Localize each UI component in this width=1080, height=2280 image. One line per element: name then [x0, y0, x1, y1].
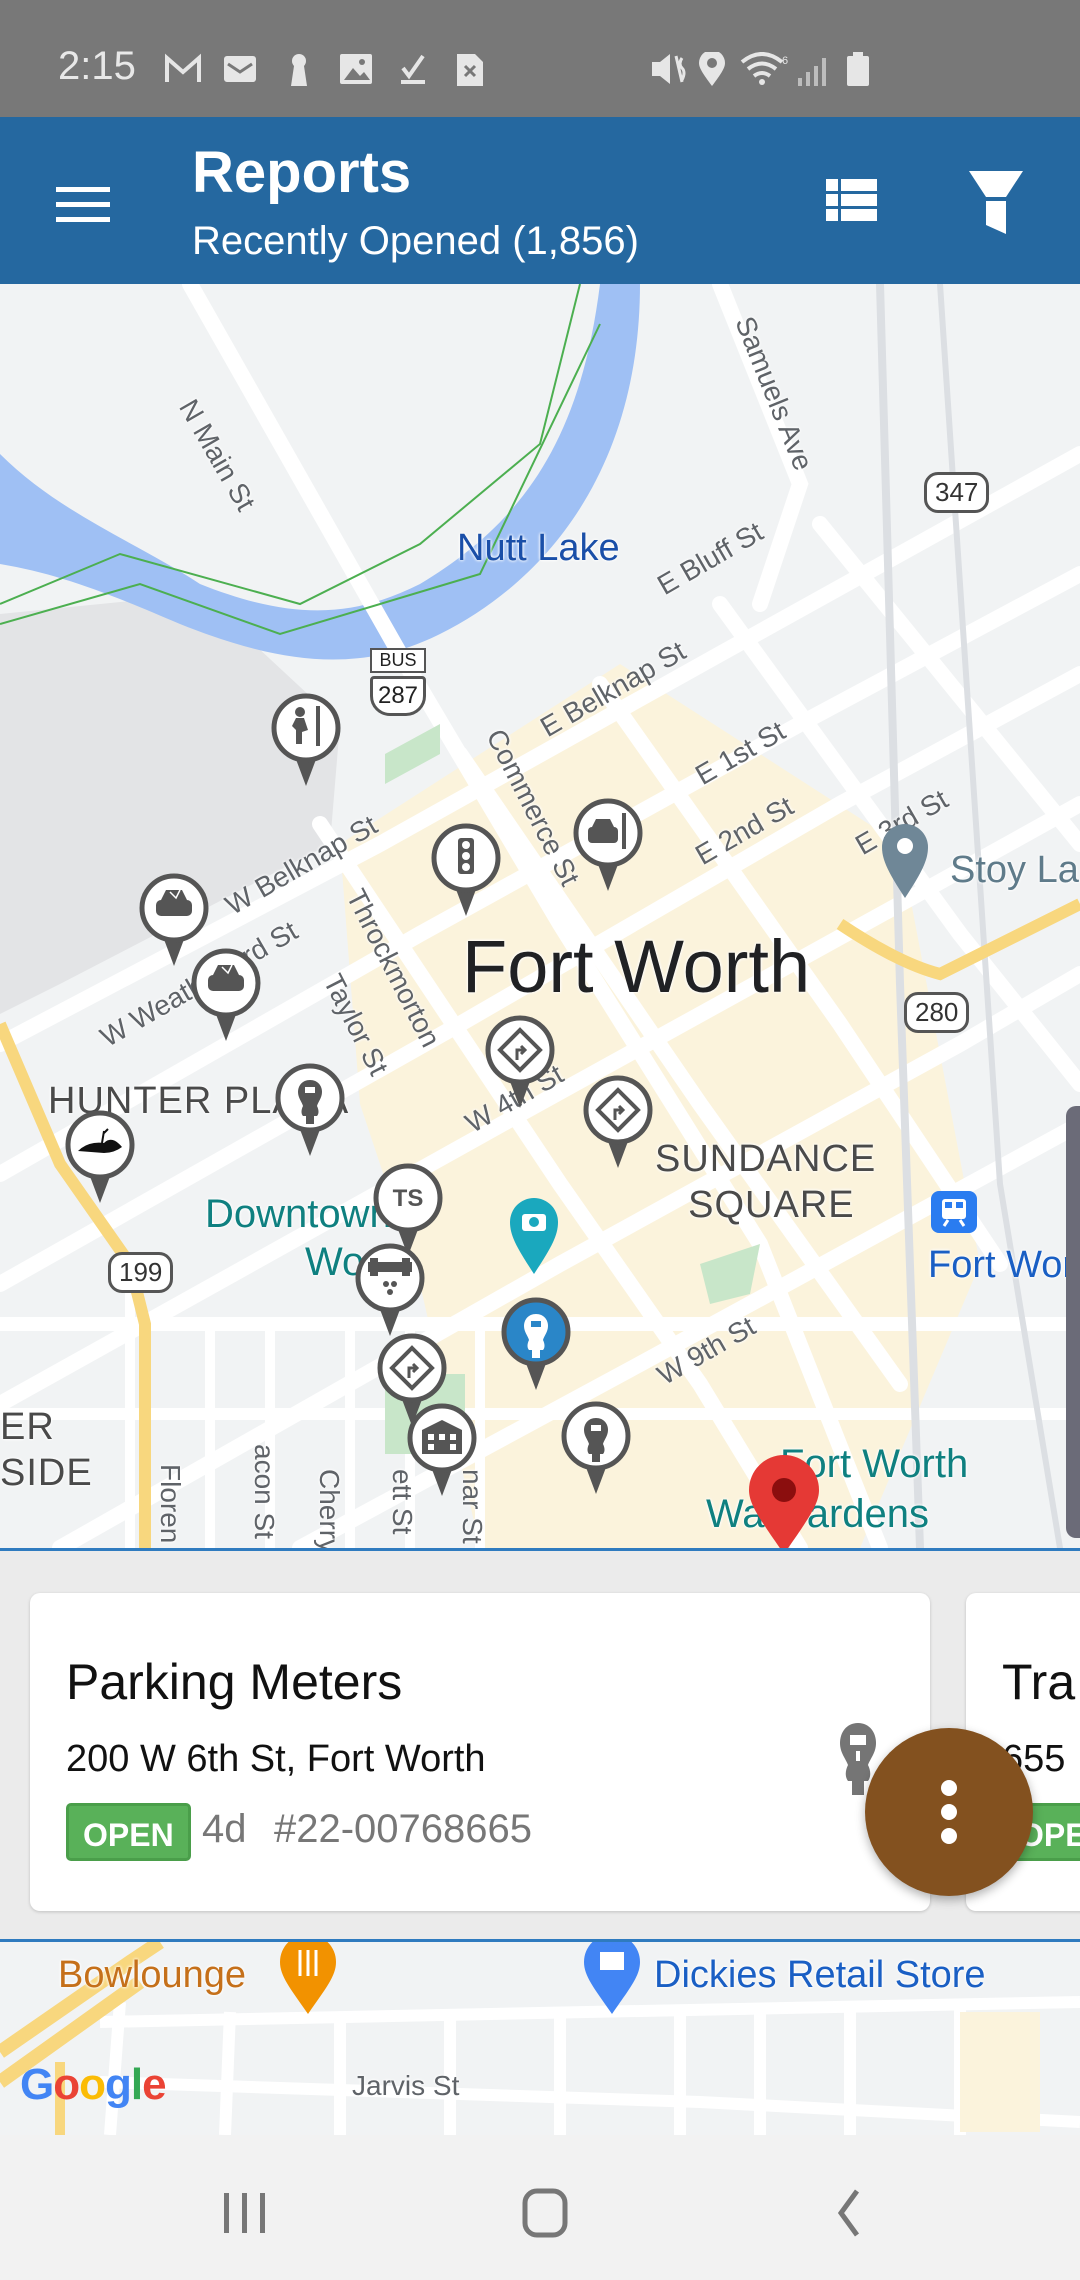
district-label-part: SIDE [0, 1452, 93, 1494]
home-icon[interactable] [490, 2165, 600, 2255]
parking-meter-pin-icon[interactable] [560, 1400, 632, 1496]
street-label: Floren [155, 1464, 186, 1544]
email-icon [224, 56, 256, 82]
more-vert-icon [941, 1804, 957, 1820]
edge-panel-handle[interactable] [1066, 1106, 1080, 1538]
traffic-sign-turn-pin-icon[interactable] [484, 1014, 556, 1110]
shopping-pin-icon[interactable] [582, 1942, 642, 2016]
red-location-pin[interactable] [745, 1454, 823, 1548]
svg-text:TS: TS [393, 1185, 424, 1212]
poi-stoy[interactable]: Stoy La [950, 849, 1079, 892]
svg-text:6: 6 [782, 55, 788, 67]
report-card-age: 4d [202, 1807, 247, 1851]
district-label-part: ER [0, 1406, 55, 1448]
wifi-icon: 6 [740, 52, 788, 85]
report-card-id: #22-00768665 [274, 1807, 533, 1851]
status-bar: 2:15 6 [0, 0, 1080, 117]
keyhole-icon [291, 54, 307, 86]
location-icon [699, 52, 725, 86]
street-label: Jarvis St [352, 2070, 460, 2101]
place-pin-icon[interactable] [880, 822, 930, 900]
transit-station-icon[interactable] [930, 1190, 978, 1234]
street-label: acon St [249, 1444, 280, 1539]
poi-nutt-lake[interactable]: Nutt Lake [457, 527, 620, 570]
graffiti-pin-icon[interactable] [270, 692, 342, 788]
filter-icon[interactable] [955, 157, 1035, 237]
more-vert-icon [941, 1828, 957, 1844]
download-done-icon [401, 54, 425, 84]
vehicle-damage-pin-icon[interactable] [190, 947, 262, 1043]
poi-fort-worth-transit[interactable]: Fort Wor [928, 1244, 1075, 1287]
map-view-lower[interactable]: Bowlounge Dickies Retail Store Jarvis St… [0, 1942, 1080, 2135]
camera-pin-icon[interactable] [508, 1194, 560, 1276]
sim-error-icon [457, 54, 483, 86]
report-card-title: Tra [1002, 1654, 1076, 1710]
poi-dickies[interactable]: Dickies Retail Store [654, 1954, 986, 1997]
traffic-signal-car-pin-icon[interactable] [572, 797, 644, 893]
google-logo: Google [20, 2060, 167, 2109]
app-bar: Reports Recently Opened (1,856) [0, 117, 1080, 284]
list-view-icon[interactable] [810, 159, 890, 239]
status-time: 2:15 [58, 44, 136, 88]
restaurant-pin-icon[interactable] [278, 1942, 338, 2016]
signal-icon [798, 58, 826, 86]
map-view[interactable]: N Main St Samuels Ave E Bluff St E Belkn… [0, 284, 1080, 1548]
report-card-title: Parking Meters [66, 1654, 403, 1710]
street-flooding-pin-icon[interactable] [354, 1242, 426, 1338]
district-label: ER SIDE [0, 1404, 93, 1496]
dead-animal-pin-icon[interactable] [64, 1109, 136, 1205]
gmail-icon [165, 53, 201, 82]
hamburger-menu-icon[interactable] [44, 179, 124, 229]
bus-shield-number: 287 [370, 676, 426, 716]
vibrate-icon [652, 54, 686, 84]
city-label: Fort Worth [462, 925, 811, 1008]
parking-meter-pin-icon[interactable] [500, 1296, 572, 1392]
back-icon[interactable] [795, 2165, 905, 2255]
recents-icon[interactable] [190, 2165, 300, 2255]
highway-shield: 199 [108, 1252, 174, 1293]
system-nav-bar [0, 2135, 1080, 2280]
report-card-address: 200 W 6th St, Fort Worth [66, 1738, 486, 1780]
street-label: Cherry [314, 1469, 345, 1548]
more-vert-icon [941, 1780, 957, 1796]
traffic-sign-turn-pin-icon[interactable] [582, 1074, 654, 1170]
highway-shield: 280 [904, 992, 970, 1033]
report-card[interactable]: Parking Meters 200 W 6th St, Fort Worth … [30, 1593, 930, 1911]
battery-icon [847, 52, 869, 86]
page-title: Reports [192, 140, 412, 205]
bus-route-shield: BUS 287 [370, 648, 426, 716]
traffic-signal-pin-icon[interactable] [430, 822, 502, 918]
parking-meter-pin-icon[interactable] [274, 1062, 346, 1158]
page-subtitle: Recently Opened (1,856) [192, 219, 639, 263]
highway-shield: 347 [924, 472, 990, 513]
poi-bowlounge[interactable]: Bowlounge [58, 1954, 246, 1997]
district-label: SUNDANCE SQUARE [655, 1138, 877, 1226]
more-options-fab[interactable] [865, 1728, 1033, 1896]
building-pin-icon[interactable] [406, 1402, 478, 1498]
bus-shield-top: BUS [370, 648, 426, 673]
image-icon [340, 54, 372, 84]
status-badge: OPEN [66, 1803, 191, 1861]
